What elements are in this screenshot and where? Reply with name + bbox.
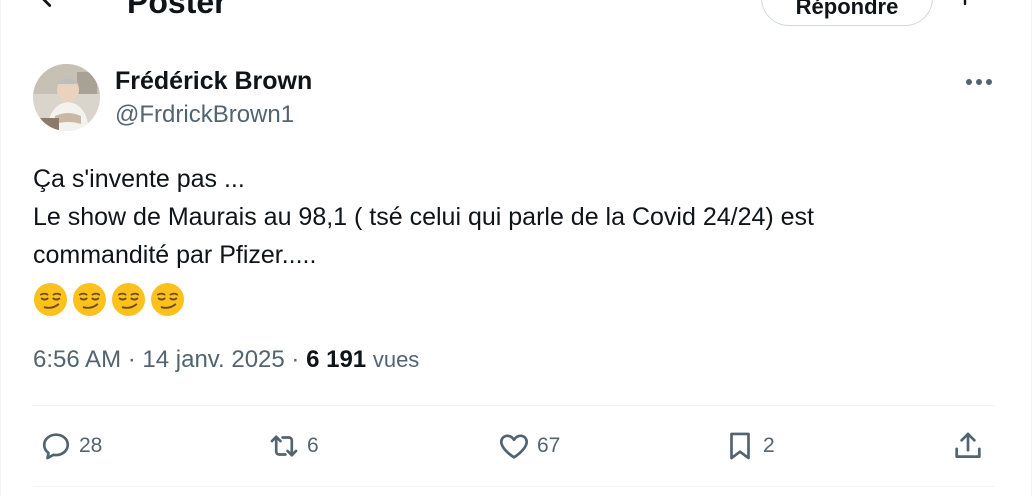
heart-icon [499, 434, 529, 459]
author-name[interactable]: Frédérick Brown [115, 66, 312, 96]
share-icon [955, 432, 981, 458]
reply-action[interactable]: 28 [39, 426, 102, 466]
post-detail-view: Poster Répondre Frédérick Brown @Frdrick… [0, 0, 1032, 496]
tweet-text: Ça s'invente pas ... Le show de Maurais … [33, 160, 993, 274]
reply-button[interactable]: Répondre [761, 0, 933, 26]
repost-action[interactable]: 6 [267, 426, 319, 466]
divider [33, 486, 995, 487]
bookmark-count: 2 [763, 434, 775, 457]
bookmark-icon [730, 432, 750, 460]
share-action[interactable] [951, 426, 985, 466]
views-label[interactable]: vues [373, 347, 419, 372]
views-count[interactable]: 6 191 [306, 346, 366, 373]
like-count: 67 [537, 434, 561, 457]
back-arrow-icon[interactable] [29, 0, 73, 18]
meta-separator: · [127, 346, 136, 373]
tweet-time[interactable]: 6:56 AM [33, 346, 121, 373]
repost-count: 6 [307, 434, 319, 457]
sliders-icon[interactable] [947, 0, 981, 14]
meta-separator: · [291, 346, 300, 373]
avatar[interactable] [33, 64, 100, 131]
author-handle[interactable]: @FrdrickBrown1 [115, 100, 294, 130]
emoji-row [33, 282, 185, 317]
reply-icon [42, 433, 70, 460]
page-title: Poster [127, 0, 227, 20]
repost-icon [270, 435, 298, 457]
divider [33, 405, 995, 406]
smirking-face-icon [111, 282, 146, 317]
tweet-line: Le show de Maurais au 98,1 ( tsé celui q… [33, 203, 815, 231]
smirking-face-icon [150, 282, 185, 317]
tweet-meta: 6:56 AM · 14 janv. 2025 · 6 191 vues [33, 342, 419, 378]
tweet-line: Ça s'invente pas ... [33, 165, 245, 193]
smirking-face-icon [72, 282, 107, 317]
tweet-line: commandité par Pfizer..... [33, 241, 317, 269]
bookmark-action[interactable]: 2 [723, 426, 775, 466]
like-action[interactable]: 67 [497, 426, 560, 466]
tweet-date[interactable]: 14 janv. 2025 [142, 346, 284, 373]
reply-count: 28 [79, 434, 103, 457]
more-options-icon[interactable] [959, 70, 999, 94]
smirking-face-icon [33, 282, 68, 317]
